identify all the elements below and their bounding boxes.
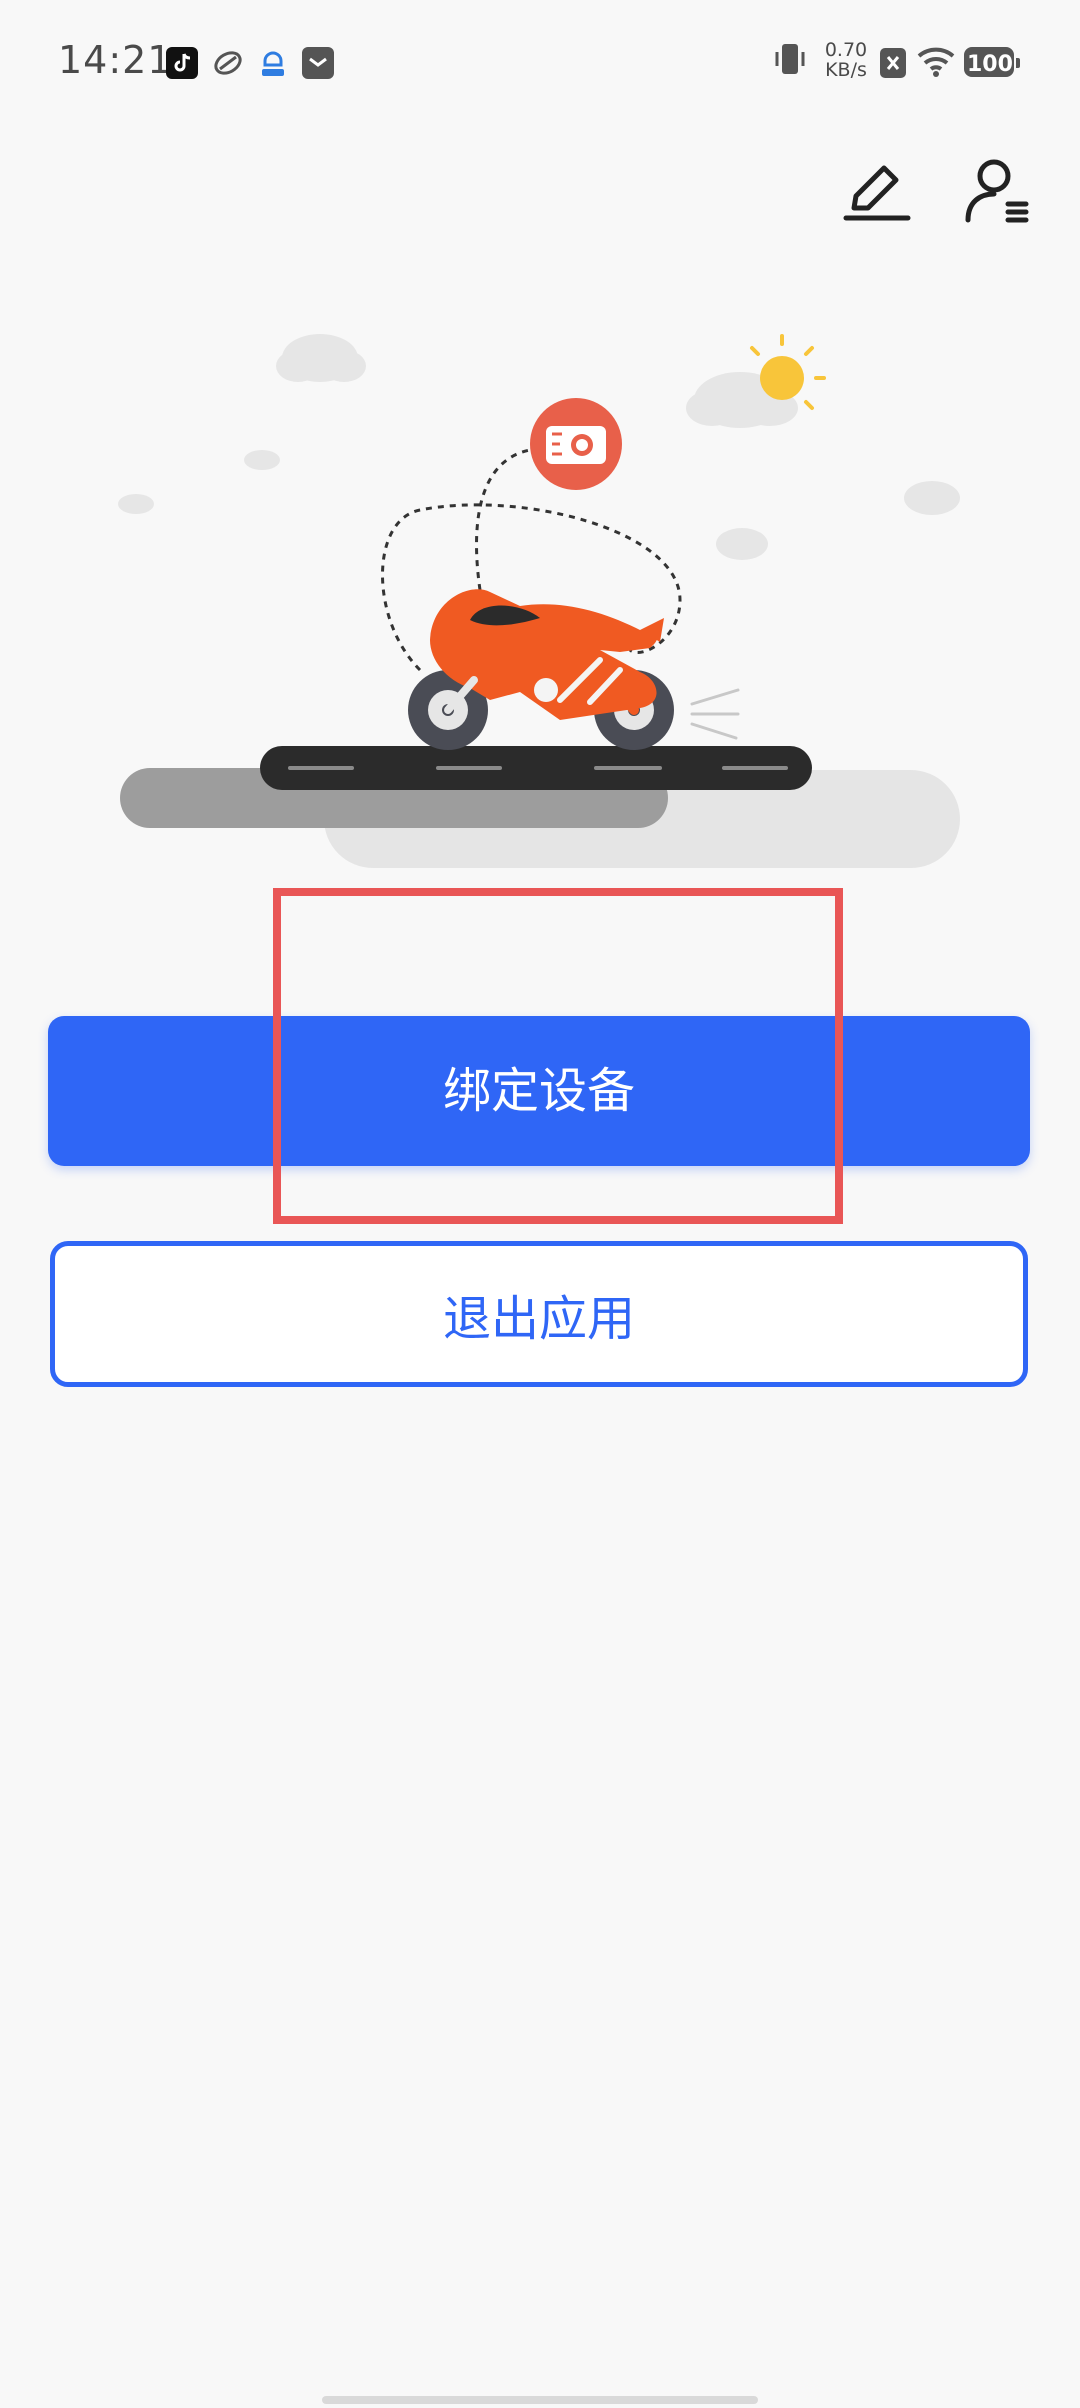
user-list-icon[interactable]	[956, 150, 1036, 230]
motorcycle-illustration	[118, 334, 960, 868]
vibrate-icon	[772, 40, 808, 84]
bind-device-button[interactable]: 绑定设备	[48, 1016, 1030, 1166]
cloud-icon	[276, 334, 366, 382]
camera-icon	[530, 398, 622, 490]
pencil-icon[interactable]	[836, 150, 916, 230]
wifi-icon	[916, 46, 956, 82]
home-indicator[interactable]	[322, 2396, 758, 2404]
mail-icon	[302, 47, 334, 79]
exit-app-button[interactable]: 退出应用	[50, 1241, 1028, 1387]
tiktok-icon	[166, 47, 198, 79]
network-speed: 0.70 KB/s	[824, 39, 868, 81]
vpn-shield-icon	[257, 47, 289, 79]
sim-off-icon	[880, 48, 906, 82]
motorcycle-icon	[408, 589, 740, 750]
browser-icon	[212, 47, 244, 79]
battery-indicator: 100	[964, 47, 1020, 77]
status-time: 14:21	[58, 38, 173, 82]
status-bar: 14:21 0.70 KB/s 100	[0, 0, 1080, 130]
screen: 14:21 0.70 KB/s 100 绑定设备 退出应用	[0, 0, 1080, 2408]
